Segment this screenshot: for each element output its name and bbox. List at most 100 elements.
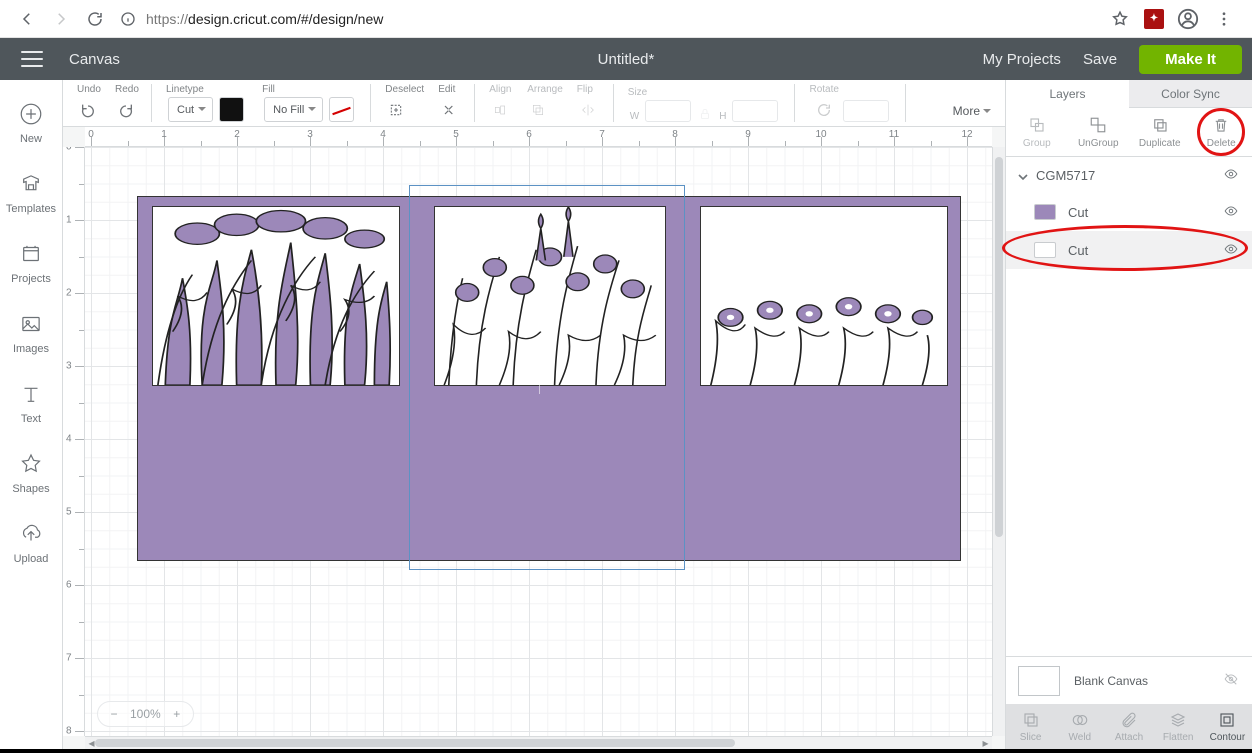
ungroup-button[interactable]: UnGroup — [1068, 108, 1130, 156]
site-info-icon[interactable] — [120, 11, 140, 27]
artwork-panel-3[interactable] — [700, 206, 948, 386]
blank-canvas-label: Blank Canvas — [1074, 674, 1148, 688]
project-title[interactable]: Untitled* — [598, 51, 655, 68]
more-menu[interactable]: More — [953, 104, 997, 122]
attach-button: Attach — [1104, 704, 1153, 749]
shapes-button[interactable]: Shapes — [0, 438, 63, 508]
scroll-thumb-h[interactable] — [95, 739, 735, 747]
artwork-group[interactable] — [137, 196, 961, 561]
visibility-off-icon[interactable] — [1222, 672, 1240, 689]
upload-button[interactable]: Upload — [0, 508, 63, 578]
layers-panel: Layers Color Sync Group UnGroup Duplicat… — [1005, 80, 1252, 749]
layer-row-1[interactable]: Cut — [1006, 193, 1252, 231]
width-input — [645, 100, 691, 122]
browser-chrome: https://design.cricut.com/#/design/new ✦ — [0, 0, 1252, 38]
address-bar[interactable]: https://design.cricut.com/#/design/new — [112, 5, 1108, 33]
visibility-icon[interactable] — [1222, 242, 1240, 259]
caret-down-icon[interactable] — [1018, 170, 1028, 180]
linetype-label: Linetype — [164, 84, 204, 95]
zoom-in-icon[interactable]: + — [169, 707, 185, 721]
text-button[interactable]: Text — [0, 368, 63, 438]
rotate-label: Rotate — [807, 84, 838, 95]
url-protocol: https:// — [146, 11, 188, 27]
edit-label: Edit — [436, 84, 455, 95]
projects-label: Projects — [11, 273, 51, 285]
templates-label: Templates — [6, 203, 56, 215]
ruler-vertical: 0123456789 — [63, 147, 85, 736]
layer-label: Cut — [1068, 243, 1088, 258]
tab-color-sync[interactable]: Color Sync — [1129, 80, 1252, 108]
make-it-button[interactable]: Make It — [1139, 45, 1242, 74]
undo-button[interactable] — [75, 97, 101, 122]
app-header: Canvas Untitled* My Projects Save Make I… — [0, 38, 1252, 80]
bookmark-icon[interactable] — [1108, 10, 1132, 28]
zoom-control[interactable]: − 100% + — [97, 701, 194, 727]
scrollbar-vertical[interactable] — [992, 147, 1005, 736]
layer-actions-bottom: Slice Weld Attach Flatten Contour — [1006, 704, 1252, 749]
lock-icon — [697, 106, 713, 122]
left-tool-strip: New Templates Projects Images Text Shape… — [0, 80, 63, 749]
pdf-extension-icon[interactable]: ✦ — [1144, 9, 1164, 29]
slice-button: Slice — [1006, 704, 1055, 749]
layer-row-2[interactable]: Cut — [1006, 231, 1252, 269]
flip-label: Flip — [575, 84, 593, 95]
zoom-out-icon[interactable]: − — [106, 707, 122, 721]
deselect-button[interactable] — [383, 97, 409, 122]
text-label: Text — [21, 413, 41, 425]
fill-select[interactable]: No Fill — [264, 97, 323, 122]
flatten-button: Flatten — [1154, 704, 1203, 749]
line-color-swatch[interactable] — [219, 97, 244, 122]
height-input — [732, 100, 778, 122]
size-h-label: H — [719, 111, 726, 122]
delete-button[interactable]: Delete — [1191, 108, 1252, 156]
back-icon[interactable] — [10, 0, 44, 38]
artwork-panel-1[interactable] — [152, 206, 400, 386]
templates-button[interactable]: Templates — [0, 158, 63, 228]
images-label: Images — [13, 343, 49, 355]
browser-menu-icon[interactable] — [1212, 10, 1236, 28]
layer-group-header[interactable]: CGM5717 — [1006, 157, 1252, 193]
blank-canvas-row[interactable]: Blank Canvas — [1006, 656, 1252, 704]
size-label: Size — [626, 87, 647, 98]
redo-button[interactable] — [113, 97, 139, 122]
canvas-grid[interactable] — [85, 147, 992, 736]
duplicate-button[interactable]: Duplicate — [1129, 108, 1191, 156]
new-button[interactable]: New — [0, 88, 63, 158]
visibility-icon[interactable] — [1222, 167, 1240, 184]
align-label: Align — [487, 84, 511, 95]
save-link[interactable]: Save — [1083, 51, 1117, 68]
layer-label: Cut — [1068, 205, 1088, 220]
scroll-thumb-v[interactable] — [995, 157, 1003, 537]
account-icon[interactable] — [1176, 8, 1200, 30]
ruler-horizontal: 012345678910111213 — [85, 127, 992, 147]
menu-button[interactable] — [0, 38, 63, 80]
edit-toolbar: Undo Redo Linetype Cut Fill No Fill Dese… — [63, 80, 1005, 127]
app-title: Canvas — [63, 51, 126, 68]
scroll-right-icon[interactable]: ▸ — [979, 737, 992, 749]
visibility-icon[interactable] — [1222, 204, 1240, 221]
layer-group-name: CGM5717 — [1036, 168, 1095, 183]
redo-label: Redo — [113, 84, 139, 95]
tab-layers[interactable]: Layers — [1006, 80, 1129, 108]
my-projects-link[interactable]: My Projects — [983, 51, 1061, 68]
projects-button[interactable]: Projects — [0, 228, 63, 298]
layer-list[interactable]: CGM5717 Cut Cut — [1006, 157, 1252, 656]
deselect-label: Deselect — [383, 84, 424, 95]
reload-icon[interactable] — [78, 0, 112, 38]
size-w-label: W — [630, 111, 639, 122]
images-button[interactable]: Images — [0, 298, 63, 368]
fill-color-swatch[interactable] — [329, 97, 354, 122]
forward-icon[interactable] — [44, 0, 78, 38]
linetype-select[interactable]: Cut — [168, 97, 213, 122]
arrange-label: Arrange — [525, 84, 563, 95]
canvas-area[interactable]: 012345678910111213 0123456789 — [63, 127, 1005, 749]
artwork-panel-2[interactable] — [434, 206, 666, 386]
layer-swatch — [1034, 204, 1056, 220]
scrollbar-horizontal[interactable]: ◂ ▸ — [85, 736, 992, 749]
weld-button: Weld — [1055, 704, 1104, 749]
url-text: design.cricut.com/#/design/new — [188, 11, 383, 27]
zoom-value: 100% — [130, 707, 161, 721]
contour-button[interactable]: Contour — [1203, 704, 1252, 749]
edit-button[interactable] — [436, 97, 462, 122]
shapes-label: Shapes — [12, 483, 49, 495]
